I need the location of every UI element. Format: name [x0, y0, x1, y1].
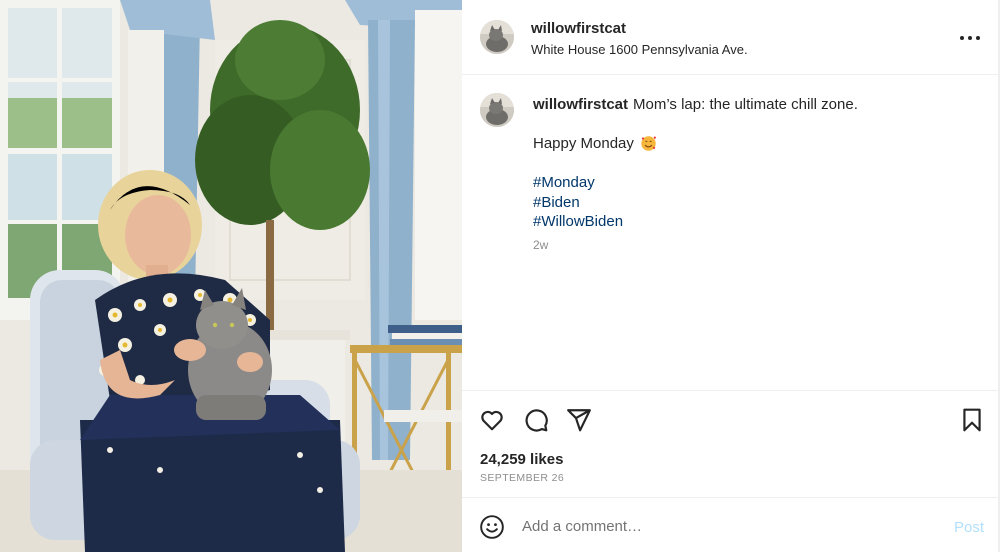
hashtag-link[interactable]: #WillowBiden [533, 212, 623, 232]
comment-input[interactable] [522, 515, 922, 537]
hashtag-link[interactable]: #Biden [533, 193, 623, 213]
hashtag-link[interactable]: #Monday [533, 173, 623, 193]
more-horizontal-icon[interactable] [960, 28, 980, 48]
post-photo [0, 0, 462, 552]
smile-icon[interactable] [479, 514, 505, 540]
dot [960, 36, 964, 40]
smiling-face-with-hearts-icon [640, 135, 657, 152]
hashtags: #Monday #Biden #WillowBiden [533, 173, 623, 232]
avatar[interactable] [480, 20, 514, 54]
caption-username[interactable]: willowfirstcat [533, 96, 628, 113]
caption-line-2-text: Happy Monday [533, 135, 634, 152]
location[interactable]: White House 1600 Pennsylvania Ave. [531, 42, 748, 57]
cat-avatar-image [480, 20, 514, 54]
paper-plane-icon[interactable] [566, 407, 592, 433]
post-details-panel: willowfirstcat White House 1600 Pennsylv… [462, 0, 1000, 552]
comment-bubble-icon[interactable] [523, 407, 549, 433]
caption-line-2: Happy Monday [533, 135, 657, 152]
username[interactable]: willowfirstcat [531, 20, 626, 37]
post-header: willowfirstcat White House 1600 Pennsylv… [462, 0, 998, 75]
likes-count[interactable]: 24,259 likes [480, 451, 563, 468]
caption-avatar[interactable] [480, 93, 514, 127]
post-age[interactable]: 2w [533, 238, 548, 252]
photo-scene [0, 0, 462, 552]
post-button[interactable]: Post [954, 519, 984, 536]
dot [968, 36, 972, 40]
caption-text: Mom’s lap: the ultimate chill zone. [633, 96, 858, 113]
dot [976, 36, 980, 40]
post-date: SEPTEMBER 26 [480, 472, 565, 484]
bookmark-icon[interactable] [959, 407, 985, 433]
caption: willowfirstcat Mom’s lap: the ultimate ch… [533, 95, 973, 114]
cat-avatar-image [480, 93, 514, 127]
comment-bar: Post [462, 497, 998, 552]
action-bar [462, 390, 998, 450]
heart-icon[interactable] [479, 407, 505, 433]
